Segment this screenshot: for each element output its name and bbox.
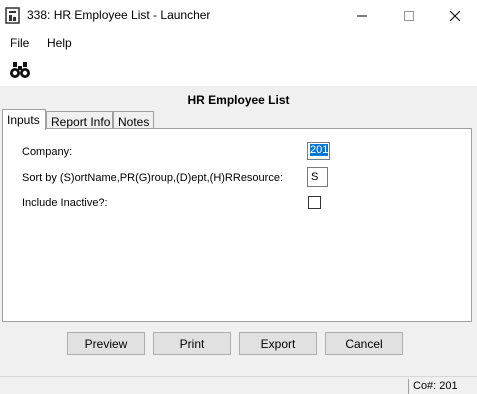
tab-report-info[interactable]: Report Info	[46, 111, 113, 129]
cancel-button[interactable]: Cancel	[325, 332, 403, 355]
include-inactive-checkbox[interactable]	[308, 196, 321, 209]
tab-notes[interactable]: Notes	[113, 111, 154, 129]
status-company: Co#: 201	[413, 380, 458, 392]
company-label: Company:	[22, 146, 73, 158]
binoculars-icon[interactable]	[9, 61, 31, 79]
sort-by-label: Sort by (S)ortName,PR(G)roup,(D)ept,(H)R…	[22, 172, 284, 184]
maximize-icon	[404, 10, 414, 21]
toolbar	[0, 55, 477, 86]
close-icon	[450, 10, 460, 21]
launcher-app-icon	[5, 7, 20, 24]
company-value: 201	[310, 144, 329, 156]
status-divider	[408, 379, 409, 394]
tab-inputs[interactable]: Inputs	[2, 109, 46, 130]
menu-help[interactable]: Help	[47, 36, 72, 50]
menu-file[interactable]: File	[10, 36, 29, 50]
print-button[interactable]: Print	[153, 332, 231, 355]
close-button[interactable]	[432, 0, 477, 31]
preview-button[interactable]: Preview	[67, 332, 145, 355]
sort-by-input[interactable]: S	[307, 167, 328, 187]
include-inactive-label: Include Inactive?:	[22, 197, 108, 209]
inputs-panel: Company: 201 Sort by (S)ortName,PR(G)rou…	[2, 128, 472, 322]
maximize-button[interactable]	[386, 0, 432, 31]
window-title: 338: HR Employee List - Launcher	[27, 8, 211, 22]
menu-bar: File Help	[0, 31, 477, 55]
minimize-button[interactable]	[339, 0, 385, 31]
export-button[interactable]: Export	[239, 332, 317, 355]
minimize-icon	[357, 15, 367, 16]
title-bar: 338: HR Employee List - Launcher	[0, 0, 477, 31]
report-title: HR Employee List	[187, 93, 290, 107]
company-input[interactable]: 201	[307, 142, 330, 160]
status-bar: Co#: 201	[0, 376, 477, 394]
